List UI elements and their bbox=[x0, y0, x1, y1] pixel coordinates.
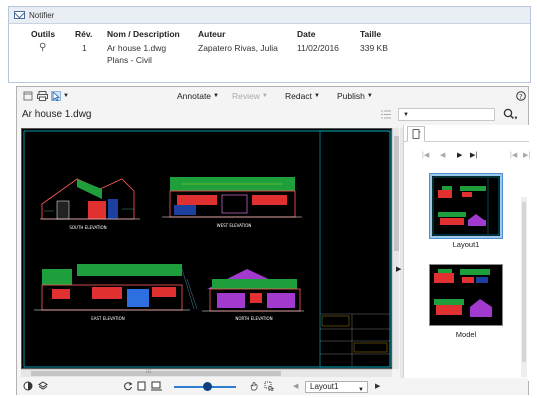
layout-select-value: Layout1 bbox=[310, 382, 339, 391]
page-thumbnail-layout1[interactable] bbox=[429, 173, 503, 239]
prev-layout-icon[interactable]: ◀ bbox=[293, 382, 298, 390]
west-elevation bbox=[162, 177, 302, 218]
model-preview bbox=[434, 269, 492, 317]
pan-hand-icon[interactable] bbox=[249, 381, 259, 394]
notifier-title: Notifier bbox=[29, 10, 55, 20]
chevron-down-icon: ▼ bbox=[213, 93, 219, 99]
chevron-down-icon: ▼ bbox=[261, 93, 268, 99]
page-thumbnail-model[interactable] bbox=[429, 264, 503, 326]
row-rev: 1 bbox=[82, 43, 87, 53]
vertical-scrollbar[interactable] bbox=[392, 128, 399, 369]
panel-scrollbar[interactable] bbox=[521, 197, 527, 377]
next-layout-icon[interactable]: ▶ bbox=[375, 382, 380, 390]
layout-select[interactable]: Layout1 ▼ bbox=[305, 381, 368, 393]
page-navigation: |◀ ◀ ▶ ▶| |◀ ▶| bbox=[410, 151, 530, 161]
svg-text:?: ? bbox=[519, 93, 523, 101]
next-group-icon[interactable]: ▶| bbox=[523, 151, 530, 159]
fit-width-icon[interactable] bbox=[151, 381, 162, 394]
pin-icon[interactable]: ⚲ bbox=[31, 42, 71, 54]
next-page-icon[interactable]: ▶ bbox=[457, 151, 462, 159]
chevron-down-icon: ▼ bbox=[313, 93, 320, 99]
layers-icon[interactable] bbox=[38, 381, 48, 394]
annotate-menu[interactable]: Annotate ▼ bbox=[177, 90, 219, 102]
horizontal-scrollbar[interactable]: ⁞⁞⁞ bbox=[21, 369, 392, 377]
north-elevation bbox=[202, 269, 304, 312]
review-menu[interactable]: Review ▼ bbox=[232, 90, 268, 102]
label-west-elevation: WEST ELEVATION bbox=[217, 223, 252, 228]
envelope-icon bbox=[14, 11, 25, 19]
pages-tab-icon[interactable] bbox=[407, 126, 425, 142]
east-elevation bbox=[34, 264, 198, 311]
redact-menu[interactable]: Redact ▼ bbox=[285, 90, 320, 102]
header-rev: Rév. bbox=[75, 29, 93, 39]
chevron-down-icon[interactable]: ▼ bbox=[63, 93, 69, 99]
publish-label: Publish bbox=[337, 91, 365, 101]
cad-drawing: SOUTH ELEVATION WEST ELEVATION EAST ELEV… bbox=[23, 130, 391, 368]
viewer-bottombar: ◀ Layout1 ▼ ▶ bbox=[17, 378, 528, 395]
contrast-icon[interactable] bbox=[23, 381, 33, 394]
drawing-canvas[interactable]: SOUTH ELEVATION WEST ELEVATION EAST ELEV… bbox=[21, 128, 392, 369]
header-date: Date bbox=[297, 29, 316, 39]
redact-label: Redact bbox=[285, 91, 312, 101]
header-name: Nom / Description bbox=[107, 29, 180, 39]
header-tools: Outils bbox=[31, 29, 56, 39]
zoom-window-icon[interactable] bbox=[264, 381, 275, 394]
search-icon[interactable]: ▼ bbox=[503, 108, 518, 122]
prev-page-icon[interactable]: ◀ bbox=[440, 151, 445, 159]
annotate-label: Annotate bbox=[177, 91, 212, 101]
row-size: 339 KB bbox=[360, 43, 388, 53]
help-icon[interactable]: ? bbox=[516, 90, 526, 102]
header-size: Taille bbox=[360, 29, 382, 39]
chevron-down-icon: ▼ bbox=[366, 93, 373, 99]
publish-menu[interactable]: Publish ▼ bbox=[337, 90, 373, 102]
first-page-icon[interactable]: |◀ bbox=[422, 151, 429, 159]
search-input[interactable]: ▼ bbox=[398, 108, 495, 121]
row-description: Plans - Civil bbox=[107, 55, 152, 65]
chevron-down-icon: ▼ bbox=[358, 387, 364, 393]
header-author: Auteur bbox=[198, 29, 226, 39]
label-south-elevation: SOUTH ELEVATION bbox=[69, 225, 106, 230]
document-viewer: ▼ Annotate ▼ Review ▼ Redact ▼ Publish ▼ ? A… bbox=[16, 86, 530, 395]
row-author: Zapatero Rivas, Julia bbox=[198, 43, 278, 53]
label-east-elevation: EAST ELEVATION bbox=[91, 316, 124, 321]
print-icon[interactable] bbox=[37, 90, 48, 102]
rotate-icon[interactable] bbox=[123, 381, 133, 394]
app-root: Notifier Outils ⚲ Rév. 1 Nom / Descripti… bbox=[0, 0, 537, 398]
notifier-panel: Notifier Outils ⚲ Rév. 1 Nom / Descripti… bbox=[8, 6, 531, 83]
svg-text:▼: ▼ bbox=[514, 116, 518, 121]
row-date: 11/02/2016 bbox=[297, 43, 339, 53]
row-name-link[interactable]: Ar house 1.dwg bbox=[107, 42, 197, 54]
zoom-slider-handle[interactable] bbox=[203, 382, 212, 391]
fit-page-icon[interactable] bbox=[137, 381, 146, 394]
document-name: Ar house 1.dwg bbox=[22, 109, 92, 120]
select-tool-icon[interactable]: ▼ bbox=[51, 90, 69, 102]
last-page-icon[interactable]: ▶| bbox=[470, 151, 477, 159]
panel-tabs bbox=[404, 125, 529, 142]
prev-group-icon[interactable]: |◀ bbox=[510, 151, 517, 159]
expand-panel-icon[interactable]: ▶ bbox=[396, 265, 401, 273]
pages-panel: |◀ ◀ ▶ ▶| |◀ ▶| Layout1 Model bbox=[403, 125, 530, 381]
sidebar-toggle-icon[interactable] bbox=[23, 90, 33, 102]
review-label: Review bbox=[232, 91, 260, 101]
label-north-elevation: NORTH ELEVATION bbox=[235, 316, 272, 321]
document-titlebar: Ar house 1.dwg ▼ ▼ bbox=[17, 105, 528, 125]
page-label-model: Model bbox=[455, 330, 477, 339]
south-elevation bbox=[40, 178, 140, 220]
chevron-down-icon[interactable]: ▼ bbox=[403, 112, 409, 118]
layout1-preview bbox=[432, 176, 500, 236]
list-icon[interactable] bbox=[381, 110, 391, 121]
notifier-header: Notifier bbox=[9, 7, 530, 24]
viewer-toolbar: ▼ Annotate ▼ Review ▼ Redact ▼ Publish ▼ ? bbox=[17, 87, 528, 105]
page-label-layout1: Layout1 bbox=[452, 240, 480, 249]
